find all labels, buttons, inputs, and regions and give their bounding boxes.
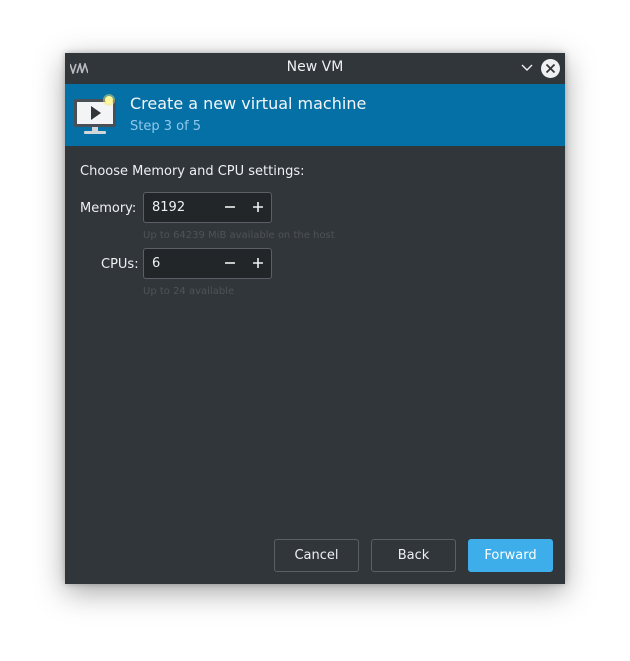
memory-spinbox	[143, 192, 272, 223]
close-button[interactable]	[541, 59, 560, 78]
step-indicator: Step 3 of 5	[130, 119, 202, 134]
new-vm-dialog: New VM Create a new virtual machine Step…	[65, 53, 565, 584]
window-title: New VM	[286, 59, 344, 75]
memory-label: Memory:	[80, 201, 137, 216]
banner-title: Create a new virtual machine	[130, 94, 367, 113]
minus-icon[interactable]	[223, 200, 237, 214]
step-banner: Create a new virtual machine Step 3 of 5	[65, 84, 565, 146]
cpus-hint: Up to 24 available	[143, 286, 235, 297]
chevron-down-icon[interactable]	[520, 60, 534, 76]
plus-icon[interactable]	[251, 200, 265, 214]
cpus-label: CPUs:	[101, 257, 139, 272]
plus-icon[interactable]	[251, 256, 265, 270]
forward-button[interactable]: Forward	[468, 539, 553, 572]
settings-heading: Choose Memory and CPU settings:	[80, 164, 305, 179]
back-button[interactable]: Back	[371, 539, 456, 572]
close-icon	[545, 63, 556, 74]
virtual-machine-screen-icon	[74, 94, 116, 134]
memory-input[interactable]	[152, 200, 212, 216]
memory-hint: Up to 64239 MiB available on the host	[143, 230, 335, 241]
settings-panel: Choose Memory and CPU settings: Memory: …	[65, 146, 565, 584]
cancel-button[interactable]: Cancel	[274, 539, 359, 572]
minus-icon[interactable]	[223, 256, 237, 270]
cpus-input[interactable]	[152, 256, 212, 272]
cpus-spinbox	[143, 248, 272, 279]
title-bar[interactable]: New VM	[65, 53, 565, 84]
